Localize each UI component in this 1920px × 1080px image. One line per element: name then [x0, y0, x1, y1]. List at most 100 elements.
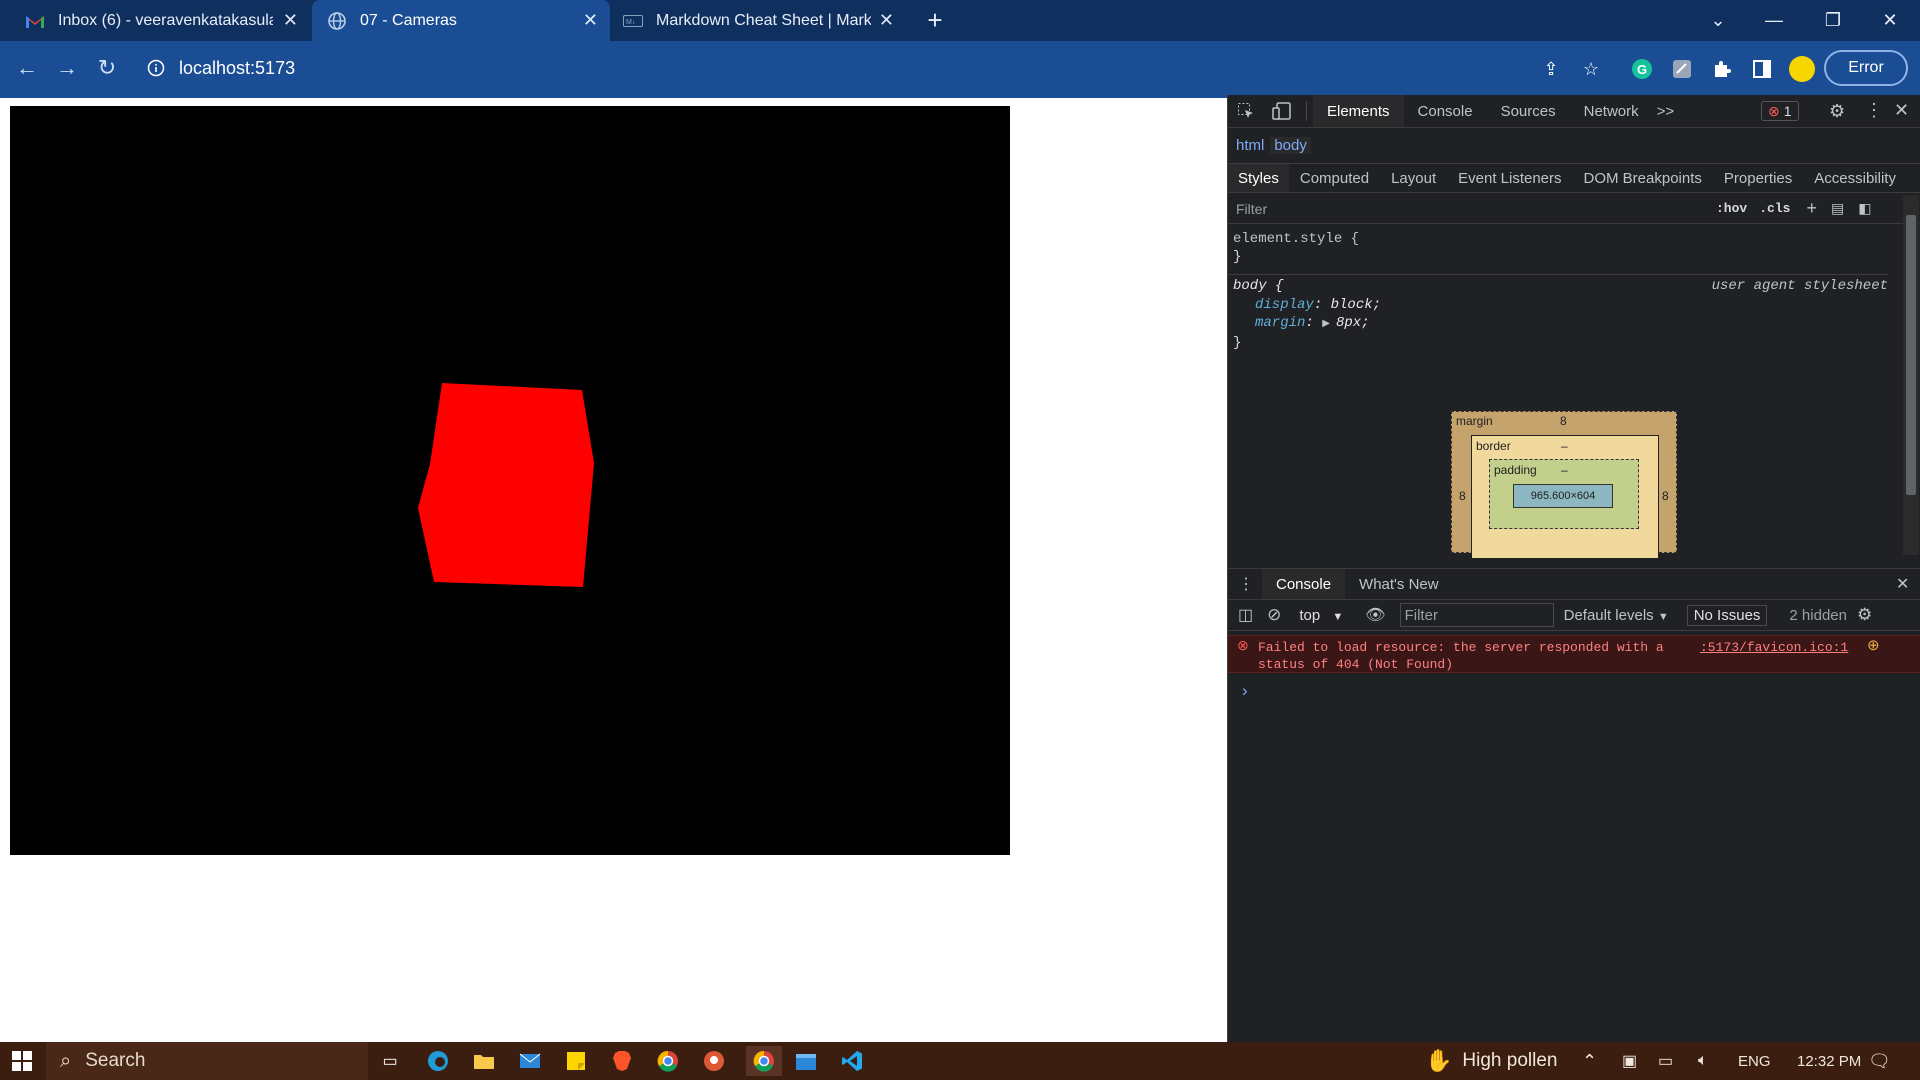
cls-toggle[interactable]: .cls — [1759, 201, 1790, 216]
tab-properties[interactable]: Properties — [1713, 164, 1803, 192]
console-settings-gear-icon[interactable]: ⚙ — [1857, 605, 1872, 625]
settings-gear-icon[interactable]: ⚙ — [1829, 101, 1845, 122]
tab-layout[interactable]: Layout — [1380, 164, 1447, 192]
drawer-tab-whats-new[interactable]: What's New — [1345, 569, 1453, 599]
tab-elements[interactable]: Elements — [1313, 95, 1404, 127]
sidebar-toggle-icon[interactable]: ◫ — [1238, 605, 1253, 625]
language-indicator[interactable]: ENG — [1738, 1042, 1771, 1080]
profile-error-button[interactable]: Error — [1824, 50, 1908, 86]
weather-widget[interactable]: ✋ High pollen — [1425, 1042, 1557, 1080]
error-source-link[interactable]: :5173/favicon.ico:1 — [1700, 639, 1848, 656]
file-explorer-icon[interactable] — [470, 1048, 498, 1074]
tab-sources[interactable]: Sources — [1487, 95, 1570, 127]
drawer-menu-icon[interactable]: ⋮ — [1238, 574, 1254, 594]
notifications-icon[interactable]: 🗨︎ — [1868, 1042, 1891, 1080]
vscode-icon[interactable] — [838, 1048, 866, 1074]
tab-search-icon[interactable]: ⌄ — [1690, 0, 1746, 41]
tab-console[interactable]: Console — [1404, 95, 1487, 127]
volume-icon[interactable]: 🔈︎ — [1698, 1042, 1708, 1080]
back-icon[interactable]: ← — [10, 51, 44, 85]
close-drawer-icon[interactable]: ✕ — [1896, 574, 1909, 594]
close-tab-icon[interactable]: ✕ — [879, 10, 894, 31]
task-view-icon[interactable]: ▭ — [376, 1048, 404, 1074]
tab-gmail[interactable]: Inbox (6) - veeravenkatakasulaab ✕ — [10, 0, 310, 41]
paint-icon[interactable]: ▤ — [1831, 200, 1844, 217]
margin-declaration[interactable]: margin: ▶ 8px; — [1233, 314, 1888, 334]
tab-accessibility[interactable]: Accessibility — [1803, 164, 1907, 192]
tab-event-listeners[interactable]: Event Listeners — [1447, 164, 1572, 192]
grammarly-icon[interactable]: G — [1628, 55, 1656, 83]
avatar[interactable] — [1788, 55, 1816, 83]
property-value: block; — [1330, 297, 1382, 313]
kebab-menu-icon[interactable]: ⋮ — [1865, 100, 1883, 121]
extension-icon[interactable] — [1668, 55, 1696, 83]
live-expression-eye-icon[interactable]: 👁 — [1365, 605, 1385, 625]
hov-toggle[interactable]: :hov — [1716, 201, 1747, 216]
context-select[interactable]: top ▼ — [1299, 607, 1343, 624]
box-model-content[interactable]: 965.600×604 — [1513, 484, 1613, 508]
chrome-active-icon[interactable] — [746, 1046, 782, 1076]
close-tab-icon[interactable]: ✕ — [283, 10, 298, 31]
clear-console-icon[interactable]: ⊘ — [1267, 605, 1281, 625]
more-tabs-icon[interactable]: >> — [1653, 95, 1679, 127]
console-drawer: ⋮ Console What's New ✕ ◫ ⊘ top ▼ 👁 Filte… — [1228, 568, 1920, 1042]
computed-sidebar-icon[interactable]: ◧ — [1858, 200, 1871, 217]
chevron-down-icon: ▼ — [1332, 610, 1344, 623]
forward-icon[interactable]: → — [50, 51, 84, 85]
restore-icon[interactable]: ❐ — [1805, 0, 1861, 41]
tab-network[interactable]: Network — [1570, 95, 1653, 127]
clock[interactable]: 12:32 PM — [1797, 1042, 1861, 1080]
show-hidden-icons-icon[interactable]: ⌃ — [1582, 1042, 1597, 1080]
duckduckgo-icon[interactable] — [700, 1048, 728, 1074]
battery-icon[interactable]: ▭ — [1658, 1042, 1673, 1080]
bookmark-star-icon[interactable]: ☆ — [1577, 55, 1605, 83]
chrome-icon[interactable] — [654, 1048, 682, 1074]
windows-start-icon[interactable] — [12, 1051, 32, 1071]
edge-icon[interactable] — [424, 1048, 452, 1074]
add-rule-icon[interactable]: + — [1806, 198, 1817, 219]
device-toolbar-icon[interactable] — [1264, 95, 1300, 128]
styles-scrollbar[interactable] — [1903, 195, 1919, 555]
close-devtools-icon[interactable]: ✕ — [1894, 100, 1909, 121]
minimize-icon[interactable]: — — [1746, 0, 1802, 41]
share-icon[interactable]: ⇪ — [1537, 55, 1565, 83]
tab-markdown[interactable]: M↓ Markdown Cheat Sheet | Markdo ✕ — [612, 0, 906, 41]
breadcrumb-html[interactable]: html — [1236, 137, 1264, 154]
styles-filter-input[interactable]: Filter — [1236, 201, 1706, 217]
expand-triangle-icon[interactable]: ▶ — [1322, 319, 1336, 330]
mail-icon[interactable] — [516, 1048, 544, 1074]
address-bar[interactable]: localhost:5173 — [135, 49, 1510, 87]
issues-button[interactable]: No Issues — [1686, 604, 1768, 626]
extensions-puzzle-icon[interactable] — [1708, 55, 1736, 83]
tab-cameras[interactable]: 07 - Cameras ✕ — [312, 0, 610, 41]
error-counter[interactable]: ⊗ 1 — [1761, 101, 1799, 121]
breadcrumb-body[interactable]: body — [1270, 136, 1311, 154]
tab-dom-breakpoints[interactable]: DOM Breakpoints — [1573, 164, 1713, 192]
meet-now-icon[interactable]: ▣ — [1622, 1042, 1637, 1080]
body-rule[interactable]: body { user agent stylesheet — [1233, 277, 1888, 295]
scrollbar-thumb[interactable] — [1906, 215, 1916, 495]
search-web-icon[interactable]: ⊕ — [1867, 638, 1880, 655]
display-declaration[interactable]: display: block; — [1233, 296, 1888, 314]
webgl-canvas[interactable] — [10, 106, 1010, 855]
close-tab-icon[interactable]: ✕ — [583, 10, 598, 31]
console-prompt[interactable]: › — [1242, 681, 1248, 701]
taskbar-search-box[interactable]: ⌕ Search — [46, 1042, 368, 1080]
console-filter-input[interactable]: Filter — [1399, 603, 1554, 627]
side-panel-icon[interactable] — [1748, 55, 1776, 83]
new-tab-button[interactable]: + — [915, 0, 955, 41]
element-style-rule[interactable]: element.style { — [1233, 230, 1888, 248]
console-error-message[interactable]: ⊗ Failed to load resource: the server re… — [1228, 635, 1920, 673]
close-window-icon[interactable]: ✕ — [1862, 0, 1918, 41]
drawer-tab-console[interactable]: Console — [1262, 569, 1346, 599]
site-info-icon[interactable] — [147, 59, 165, 77]
brave-icon[interactable] — [608, 1048, 636, 1074]
reload-icon[interactable]: ↻ — [90, 51, 124, 85]
log-levels-select[interactable]: Default levels ▼ — [1564, 607, 1669, 624]
sticky-notes-icon[interactable] — [562, 1048, 590, 1074]
tab-styles[interactable]: Styles — [1228, 164, 1289, 192]
tab-computed[interactable]: Computed — [1289, 164, 1380, 192]
windows-app-icon[interactable] — [792, 1048, 820, 1074]
inspect-element-icon[interactable] — [1228, 95, 1264, 128]
property-name: margin — [1255, 315, 1306, 331]
